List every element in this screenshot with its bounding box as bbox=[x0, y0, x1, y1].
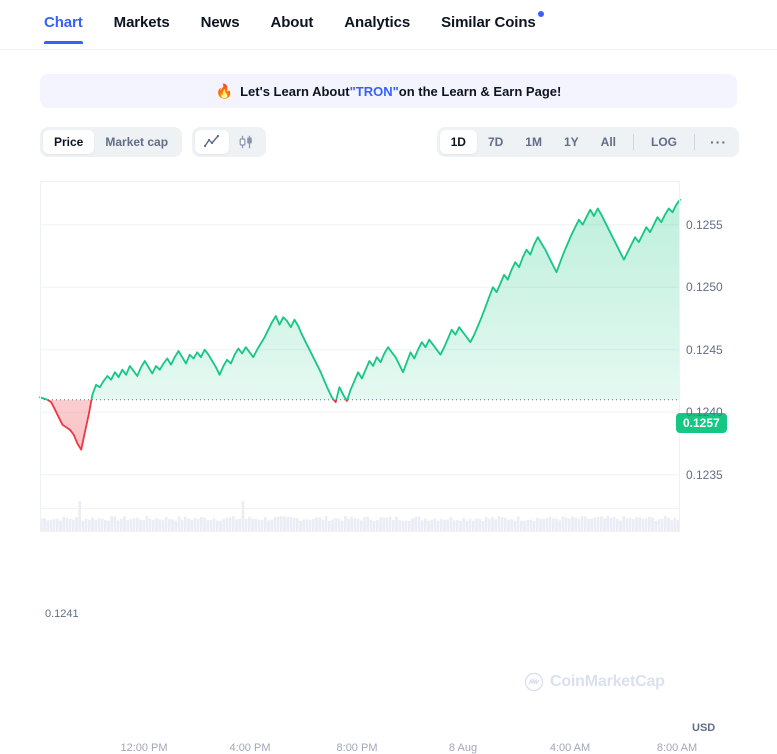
line-chart-icon bbox=[204, 135, 220, 148]
tab-about-label: About bbox=[270, 14, 314, 31]
log-scale-label: LOG bbox=[651, 135, 677, 149]
banner-text-after: on the Learn & Earn Page! bbox=[398, 83, 562, 99]
metric-option-market-cap[interactable]: Market cap bbox=[94, 130, 179, 154]
promo-banner-wrapper: 🔥 Let's Learn About "TRON" on the Learn … bbox=[0, 50, 777, 108]
range-1d-label: 1D bbox=[450, 135, 466, 149]
metric-option-price-label: Price bbox=[54, 135, 84, 149]
time-range-group: 1D 7D 1M 1Y All LOG ··· bbox=[436, 127, 739, 157]
range-1y-label: 1Y bbox=[563, 135, 579, 149]
price-chart-svg[interactable] bbox=[0, 181, 777, 561]
range-1y[interactable]: 1Y bbox=[553, 130, 590, 154]
range-1d[interactable]: 1D bbox=[439, 130, 477, 154]
banner-coin-name: "TRON" bbox=[349, 83, 399, 99]
tab-bar: Chart Markets News About Analytics Simil… bbox=[0, 0, 777, 50]
coinmarketcap-logo-icon bbox=[524, 672, 544, 692]
tab-news-label: News bbox=[200, 14, 240, 31]
coinmarketcap-watermark: CoinMarketCap bbox=[524, 672, 665, 692]
chart-controls-left: Price Market cap bbox=[40, 127, 267, 157]
y-axis-tick-0-1245: 0.1245 bbox=[686, 343, 723, 357]
baseline-price-label: 0.1241 bbox=[43, 608, 81, 620]
tab-analytics-label: Analytics bbox=[344, 14, 411, 31]
divider-before-log bbox=[633, 134, 634, 150]
tab-about[interactable]: About bbox=[270, 0, 313, 44]
notification-dot-icon bbox=[537, 11, 544, 17]
volume-bars bbox=[40, 501, 680, 531]
candlestick-chart-icon bbox=[239, 135, 252, 149]
x-axis-tick-5: 8:00 AM bbox=[656, 742, 698, 754]
metric-option-price[interactable]: Price bbox=[43, 130, 95, 154]
currency-label: USD bbox=[692, 722, 716, 734]
range-1m[interactable]: 1M bbox=[514, 130, 553, 154]
tab-chart-label: Chart bbox=[44, 14, 83, 31]
x-axis-tick-0: 12:00 PM bbox=[120, 742, 168, 754]
range-all[interactable]: All bbox=[590, 130, 627, 154]
more-options-button[interactable]: ··· bbox=[701, 130, 736, 154]
range-all-label: All bbox=[600, 135, 616, 149]
tab-markets[interactable]: Markets bbox=[114, 0, 170, 44]
x-axis-tick-4: 4:00 AM bbox=[549, 742, 591, 754]
x-axis-tick-3: 8 Aug bbox=[448, 742, 478, 754]
divider-before-more bbox=[694, 134, 695, 150]
y-axis-tick-0-1250: 0.1250 bbox=[686, 280, 723, 294]
tab-analytics[interactable]: Analytics bbox=[344, 0, 410, 44]
candlestick-chart-icon-button[interactable] bbox=[229, 130, 263, 154]
watermark-text: CoinMarketCap bbox=[550, 673, 665, 690]
y-axis-tick-0-1235: 0.1235 bbox=[686, 468, 723, 482]
range-7d[interactable]: 7D bbox=[477, 130, 514, 154]
tab-news[interactable]: News bbox=[201, 0, 240, 44]
price-chart[interactable]: 0.1257 0.1241 USD CoinMarketCap 0.1235 0.… bbox=[0, 181, 777, 754]
line-chart-icon-button[interactable] bbox=[195, 130, 230, 154]
log-scale-button[interactable]: LOG bbox=[640, 130, 688, 154]
range-7d-label: 7D bbox=[487, 135, 504, 149]
banner-text-before: Let's Learn About bbox=[240, 83, 350, 99]
tab-markets-label: Markets bbox=[113, 14, 170, 31]
x-axis-tick-2: 8:00 PM bbox=[336, 742, 378, 754]
y-axis-tick-0-1240: 0.1240 bbox=[686, 405, 723, 419]
chart-type-toggle-group bbox=[192, 127, 267, 157]
chart-controls: Price Market cap 1D 7D 1M 1Y All LOG ··· bbox=[0, 108, 777, 157]
more-options-icon: ··· bbox=[710, 134, 727, 150]
tab-similar-coins[interactable]: Similar Coins bbox=[441, 0, 544, 44]
price-series bbox=[39, 198, 681, 451]
y-axis-tick-0-1255: 0.1255 bbox=[686, 218, 723, 232]
tab-similar-coins-label: Similar Coins bbox=[441, 14, 536, 31]
metric-toggle-group: Price Market cap bbox=[40, 127, 183, 157]
range-1m-label: 1M bbox=[525, 135, 542, 149]
tab-chart[interactable]: Chart bbox=[44, 0, 83, 44]
metric-option-market-cap-label: Market cap bbox=[105, 135, 169, 149]
x-axis-tick-1: 4:00 PM bbox=[229, 742, 271, 754]
flame-icon: 🔥 bbox=[215, 83, 234, 99]
learn-and-earn-banner[interactable]: 🔥 Let's Learn About "TRON" on the Learn … bbox=[40, 74, 737, 108]
